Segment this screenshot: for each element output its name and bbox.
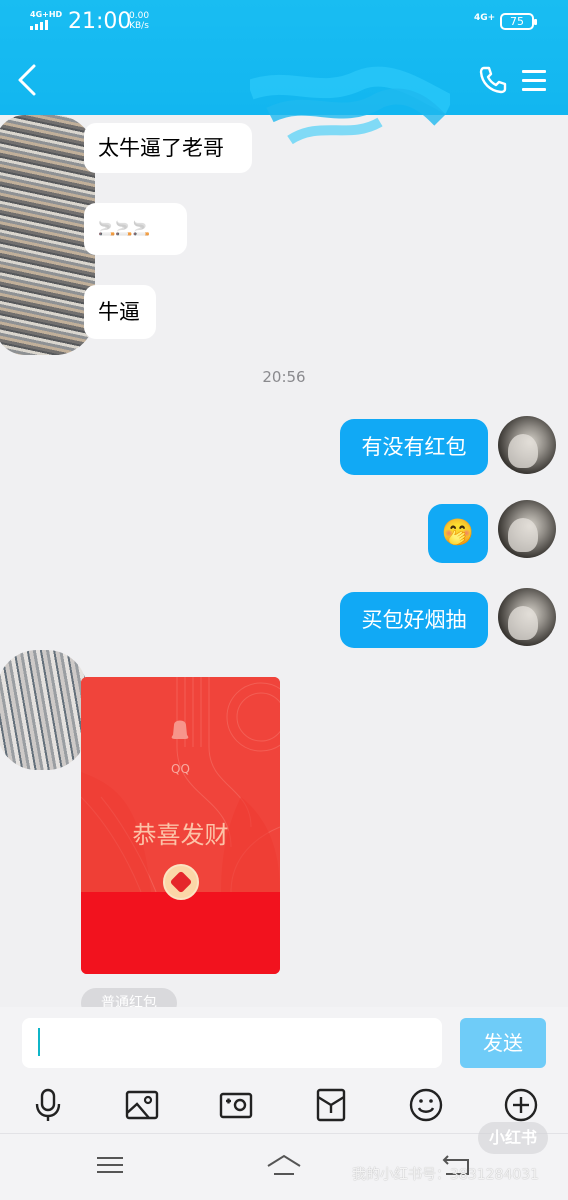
back-button[interactable]: [14, 62, 42, 98]
camera-button[interactable]: [218, 1087, 254, 1123]
red-packet-layer: QQ 恭喜发财 普通红包: [0, 115, 568, 1007]
watermark-text: 我的小红书号：3831284031: [352, 1167, 540, 1183]
camera-icon: [219, 1092, 253, 1119]
menu-icon: [97, 1157, 123, 1173]
watermark-logo: 小红书: [478, 1122, 548, 1154]
network-indicator-right: 4G+: [474, 13, 496, 23]
network-speed: 0.00 KB/s: [129, 11, 149, 31]
composer-bar: 发送: [0, 1007, 568, 1077]
more-button[interactable]: [503, 1087, 539, 1123]
phone-icon: [479, 66, 507, 94]
red-packet-icon: [316, 1088, 346, 1122]
microphone-icon: [35, 1088, 61, 1121]
network-indicator-left: 4G+HD: [30, 10, 63, 19]
red-packet-type-label: 普通红包: [81, 988, 177, 1007]
battery-indicator: 75: [500, 13, 537, 30]
nav-home-button[interactable]: [266, 1150, 302, 1180]
red-packet-title: 恭喜发财: [132, 821, 229, 849]
message-input[interactable]: [22, 1018, 442, 1068]
red-packet-top: [81, 677, 280, 893]
menu-button[interactable]: [520, 66, 548, 94]
send-button[interactable]: 发送: [460, 1018, 546, 1068]
text-cursor: [38, 1028, 40, 1056]
red-packet-bottom: [81, 892, 280, 974]
image-icon: [125, 1090, 159, 1120]
status-bar: 4G+HD 21:00 0.00 KB/s 4G+ 75: [0, 0, 568, 42]
red-packet-button[interactable]: [313, 1087, 349, 1123]
status-time: 21:00: [68, 9, 132, 34]
emoji-icon: [409, 1088, 443, 1122]
red-packet-card[interactable]: QQ 恭喜发财: [81, 677, 280, 974]
red-packet-pattern: [81, 677, 280, 893]
photo-button[interactable]: [124, 1087, 160, 1123]
red-packet-brand: QQ: [171, 762, 190, 776]
nav-menu-button[interactable]: [93, 1150, 129, 1180]
coin-icon: [163, 864, 199, 900]
emoji-button[interactable]: [408, 1087, 444, 1123]
input-toolbar: [0, 1077, 568, 1133]
network-speed-value: 0.00: [129, 11, 150, 21]
chat-header: 4G+HD 21:00 0.00 KB/s 4G+ 75: [0, 0, 568, 145]
call-button[interactable]: [477, 64, 509, 96]
signal-icon: [30, 20, 50, 30]
chevron-left-icon: [18, 64, 36, 96]
network-speed-unit: KB/s: [129, 21, 149, 31]
plus-icon: [504, 1088, 538, 1122]
home-icon: [267, 1154, 301, 1175]
voice-button[interactable]: [30, 1087, 66, 1123]
